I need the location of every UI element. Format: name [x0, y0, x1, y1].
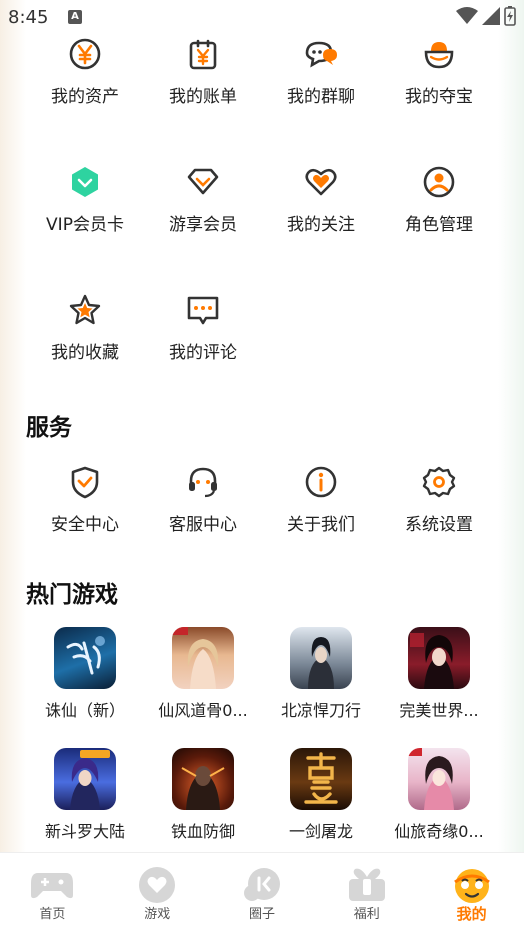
profile-face-icon [450, 867, 494, 903]
status-icons [456, 6, 516, 26]
security-center-label: 安全中心 [51, 515, 119, 535]
info-icon [303, 464, 339, 500]
my-comments-item[interactable]: 我的评论 [144, 290, 262, 418]
my-follow-label: 我的关注 [287, 215, 355, 235]
game-cover-wanmei [408, 627, 470, 689]
heart-icon [303, 164, 339, 200]
game-name: 仙旅奇缘0... [394, 822, 484, 841]
comment-icon [185, 292, 221, 328]
main-content: 我的资产 我的账单 我的群聊 我的夺宝 VIP会员卡 游享会员 我的关注 角色管… [26, 34, 498, 865]
my-favorites-label: 我的收藏 [51, 343, 119, 363]
system-settings-label: 系统设置 [405, 515, 473, 535]
circle-icon [240, 867, 284, 903]
tab-circle[interactable]: 圈子 [210, 853, 315, 931]
game-item[interactable]: 北凉悍刀行 [262, 623, 380, 744]
services-grid: 安全中心 客服中心 关于我们 系统设置 [26, 462, 498, 587]
about-us-label: 关于我们 [287, 515, 355, 535]
treasure-icon [421, 36, 457, 72]
member-item[interactable]: 游享会员 [144, 162, 262, 290]
game-cover-tiexue [172, 748, 234, 810]
a-notification-icon: A [68, 10, 82, 24]
tab-welfare-label: 福利 [353, 907, 380, 922]
assets-grid: 我的资产 我的账单 我的群聊 我的夺宝 VIP会员卡 游享会员 我的关注 角色管… [26, 34, 498, 418]
security-center-item[interactable]: 安全中心 [26, 462, 144, 587]
bill-icon [185, 36, 221, 72]
status-bar: 8:45 A [0, 0, 524, 34]
gamepad-icon [30, 867, 74, 903]
game-item[interactable]: 铁血防御 [144, 744, 262, 865]
group-chat-icon [303, 36, 339, 72]
wifi-icon [456, 7, 478, 24]
battery-icon [504, 6, 516, 26]
game-heart-icon [135, 867, 179, 903]
game-cover-beiliang [290, 627, 352, 689]
vip-card-label: VIP会员卡 [46, 215, 124, 235]
tab-welfare[interactable]: 福利 [314, 853, 419, 931]
game-name: 完美世界... [399, 701, 479, 720]
star-icon [67, 292, 103, 328]
game-name: 一剑屠龙 [288, 822, 353, 841]
my-treasure-label: 我的夺宝 [405, 87, 473, 107]
game-name: 诛仙（新） [44, 701, 125, 720]
yuan-coin-icon [67, 36, 103, 72]
diamond-icon [185, 164, 221, 200]
my-bill-item[interactable]: 我的账单 [144, 34, 262, 162]
tab-circle-label: 圈子 [248, 907, 275, 922]
gift-icon [345, 867, 389, 903]
customer-service-label: 客服中心 [169, 515, 237, 535]
game-name: 仙风道骨0... [158, 701, 248, 720]
hot-games-grid: 诛仙（新） 仙风道骨0... 北凉悍刀行 完美世界... 新斗罗大陆 铁血防御 … [26, 623, 498, 865]
game-cover-douluo [54, 748, 116, 810]
shield-icon [67, 464, 103, 500]
customer-service-item[interactable]: 客服中心 [144, 462, 262, 587]
game-item[interactable]: 诛仙（新） [26, 623, 144, 744]
user-circle-icon [421, 164, 457, 200]
game-item[interactable]: 仙风道骨0... [144, 623, 262, 744]
my-favorites-item[interactable]: 我的收藏 [26, 290, 144, 418]
system-settings-item[interactable]: 系统设置 [380, 462, 498, 587]
tab-home[interactable]: 首页 [0, 853, 105, 931]
my-comments-label: 我的评论 [169, 343, 237, 363]
vip-card-icon [67, 164, 103, 200]
my-assets-label: 我的资产 [51, 87, 119, 107]
role-manage-item[interactable]: 角色管理 [380, 162, 498, 290]
game-cover-xianlv [408, 748, 470, 810]
status-time: 8:45 [8, 7, 49, 28]
game-name: 铁血防御 [170, 822, 235, 841]
my-assets-item[interactable]: 我的资产 [26, 34, 144, 162]
game-name: 新斗罗大陆 [44, 822, 125, 841]
game-item[interactable]: 新斗罗大陆 [26, 744, 144, 865]
bottom-tab-bar: 首页 游戏 圈子 福利 我的 [0, 852, 524, 931]
game-item[interactable]: 一剑屠龙 [262, 744, 380, 865]
game-name: 北凉悍刀行 [280, 701, 361, 720]
tab-games[interactable]: 游戏 [105, 853, 210, 931]
game-item[interactable]: 完美世界... [380, 623, 498, 744]
my-group-chat-label: 我的群聊 [287, 87, 355, 107]
tab-games-label: 游戏 [144, 907, 171, 922]
tab-mine[interactable]: 我的 [419, 853, 524, 931]
tab-mine-label: 我的 [456, 905, 487, 923]
settings-icon [421, 464, 457, 500]
vip-card-item[interactable]: VIP会员卡 [26, 162, 144, 290]
about-us-item[interactable]: 关于我们 [262, 462, 380, 587]
game-cover-zhuxian [54, 627, 116, 689]
headset-icon [185, 464, 221, 500]
game-cover-xianfeng [172, 627, 234, 689]
my-group-chat-item[interactable]: 我的群聊 [262, 34, 380, 162]
role-manage-label: 角色管理 [405, 215, 473, 235]
game-item[interactable]: 仙旅奇缘0... [380, 744, 498, 865]
member-label: 游享会员 [169, 215, 237, 235]
signal-icon [482, 7, 500, 25]
my-bill-label: 我的账单 [169, 87, 237, 107]
my-follow-item[interactable]: 我的关注 [262, 162, 380, 290]
game-cover-yijian [290, 748, 352, 810]
tab-home-label: 首页 [39, 907, 66, 922]
my-treasure-item[interactable]: 我的夺宝 [380, 34, 498, 162]
